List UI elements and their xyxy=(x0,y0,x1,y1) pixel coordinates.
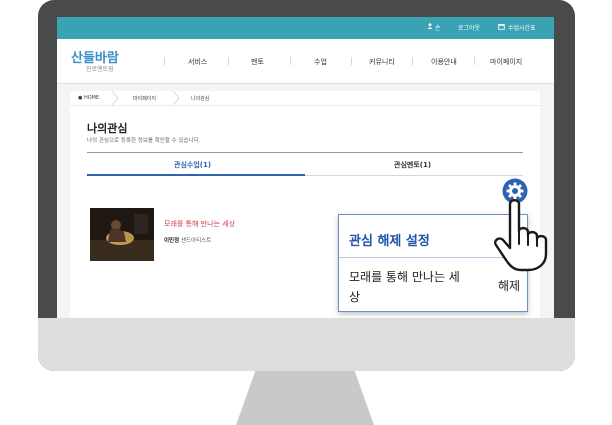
user-name: 손 xyxy=(435,25,441,32)
course-mentor: 이민정 샌드아티스트 xyxy=(164,238,212,244)
nav-divider xyxy=(351,57,352,65)
nav-divider xyxy=(290,57,291,65)
nav-divider xyxy=(474,57,475,65)
active-tab-indicator xyxy=(87,174,305,176)
course-title-link[interactable]: 모래를 통해 만나는 세상 xyxy=(164,219,235,229)
monitor-chin xyxy=(38,318,575,371)
chevron-right-icon xyxy=(111,91,119,105)
nav-item-mentor[interactable]: 멘토 xyxy=(251,57,264,67)
course-thumbnail[interactable] xyxy=(90,208,154,261)
breadcrumb-mypage[interactable]: 마이페이지 xyxy=(133,95,156,102)
divider xyxy=(87,152,523,153)
nav-divider xyxy=(412,57,413,65)
site-logo-sub: 진로멘토링 xyxy=(86,66,114,73)
hand-pointer-icon xyxy=(494,199,548,272)
nav-divider xyxy=(164,57,165,65)
nav-item-service[interactable]: 서비스 xyxy=(188,57,207,67)
tab-interest-mentors[interactable]: 관심멘토(1) xyxy=(394,160,431,170)
breadcrumb-current: 나의관심 xyxy=(191,96,210,102)
page-description: 나의 관심으로 등록한 정보를 확인할 수 있습니다. xyxy=(87,138,201,144)
popup-title: 관심 해제 설정 xyxy=(349,234,430,249)
chevron-right-icon xyxy=(172,91,180,105)
monitor-stand xyxy=(236,371,374,425)
nav-divider xyxy=(228,57,229,65)
remove-interest-button[interactable]: 해제 xyxy=(498,277,520,294)
tab-interest-classes[interactable]: 관심수업(1) xyxy=(174,160,211,170)
tab-baseline xyxy=(305,175,523,176)
nav-item-class[interactable]: 수업 xyxy=(314,57,327,67)
page-title: 나의관심 xyxy=(87,122,128,135)
nav-item-guide[interactable]: 이용안내 xyxy=(431,57,457,67)
site-header: 산들바람 진로멘토링 서비스 멘토 수업 커뮤니티 이용안내 마이페이지 xyxy=(57,39,554,84)
popup-course-name: 모래를 통해 만나는 세상 xyxy=(349,270,460,304)
user-icon xyxy=(427,23,433,31)
top-utility-bar: 손 로그아웃 수업시간표 xyxy=(57,17,554,39)
breadcrumb: ● HOME 마이페이지 나의관심 xyxy=(70,91,540,106)
logout-link[interactable]: 로그아웃 xyxy=(458,23,480,32)
nav-item-community[interactable]: 커뮤니티 xyxy=(369,57,395,67)
nav-item-mypage[interactable]: 마이페이지 xyxy=(490,57,522,67)
calendar-icon xyxy=(498,23,505,32)
breadcrumb-home[interactable]: ● HOME xyxy=(78,95,99,101)
timetable-link[interactable]: 수업시간표 xyxy=(508,23,536,32)
